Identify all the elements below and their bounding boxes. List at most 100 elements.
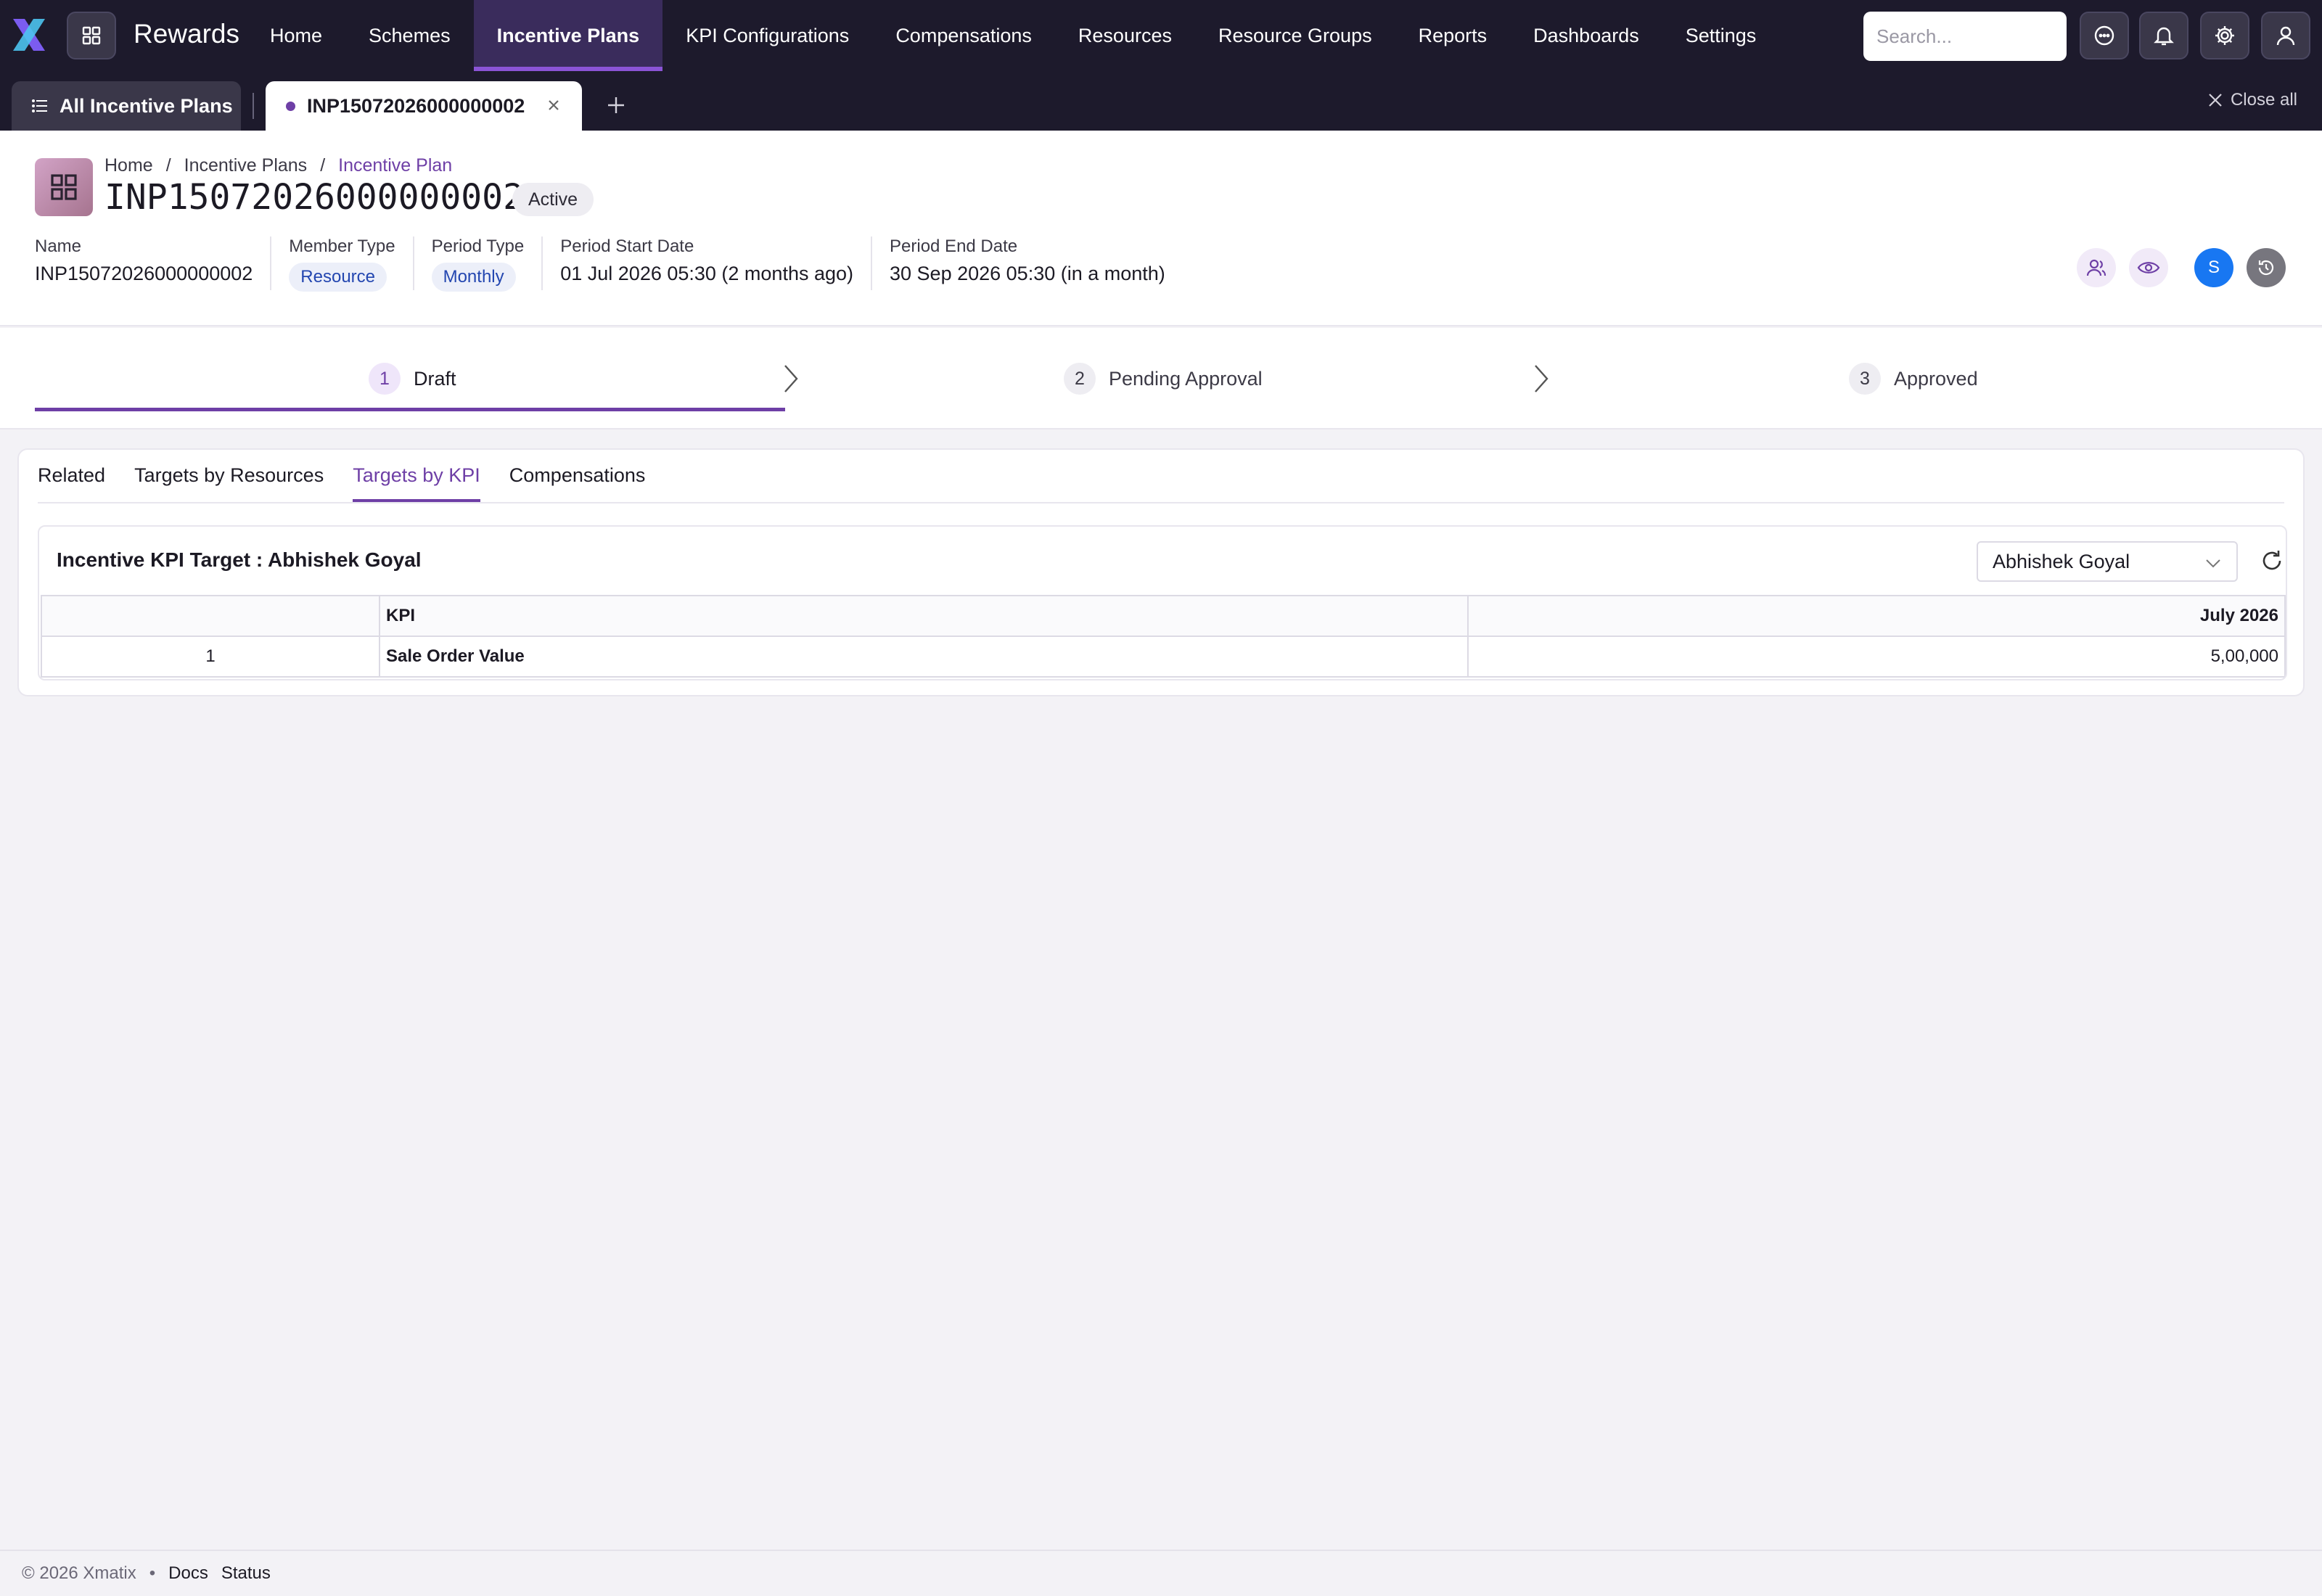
table-header-row: KPI July 2026	[41, 595, 2286, 637]
breadcrumb-incentive-plans[interactable]: Incentive Plans	[184, 155, 308, 176]
kpi-target-table: KPI July 2026 1 Sale Order Value 5,00,00…	[41, 595, 2286, 678]
tab-divider	[253, 93, 254, 119]
footer-separator: •	[149, 1563, 156, 1583]
nav-settings[interactable]: Settings	[1662, 0, 1780, 71]
close-icon	[2209, 94, 2222, 107]
close-tab-icon[interactable]	[544, 96, 563, 115]
column-header-kpi: KPI	[379, 595, 1469, 637]
tabs-divider	[38, 502, 2284, 503]
workflow-stepper: 1 Draft 2 Pending Approval 3 Approved	[0, 328, 2322, 429]
tab-targets-by-resources[interactable]: Targets by Resources	[134, 464, 324, 503]
field-name: Name INP15072026000000002	[35, 236, 272, 290]
breadcrumb-separator: /	[320, 155, 326, 176]
step-draft[interactable]: 1 Draft	[369, 363, 456, 395]
page-title: INP15072026000000002	[104, 177, 524, 218]
footer: © 2026 Xmatix • Docs Status	[0, 1550, 2322, 1596]
table-row[interactable]: 1 Sale Order Value 5,00,000	[41, 635, 2286, 678]
active-step-indicator	[35, 408, 785, 411]
field-label: Period Type	[431, 236, 525, 256]
watch-button[interactable]	[2129, 248, 2168, 287]
member-type-pill: Resource	[289, 263, 387, 292]
field-value: 30 Sep 2026 05:30 (in a month)	[890, 263, 1165, 284]
docs-link[interactable]: Docs	[168, 1563, 208, 1584]
assign-users-button[interactable]	[2077, 248, 2116, 287]
incentive-plan-icon	[35, 158, 93, 216]
bell-icon	[2154, 27, 2174, 46]
period-type-pill: Monthly	[431, 263, 516, 292]
nav-resources[interactable]: Resources	[1055, 0, 1195, 71]
field-label: Period End Date	[890, 236, 1018, 256]
field-value: INP15072026000000002	[35, 263, 253, 284]
active-dot-icon	[286, 101, 295, 111]
nav-incentive-plans[interactable]: Incentive Plans	[473, 0, 663, 71]
field-label: Period Start Date	[560, 236, 694, 256]
copyright: © 2026 Xmatix	[22, 1563, 136, 1583]
xmatix-logo-icon[interactable]	[10, 16, 48, 54]
step-number: 3	[1849, 363, 1881, 395]
history-button[interactable]	[2247, 248, 2286, 287]
field-period-end: Period End Date 30 Sep 2026 05:30 (in a …	[890, 236, 1183, 290]
row-index: 1	[41, 635, 380, 678]
tab-all-incentive-plans[interactable]: All Incentive Plans	[12, 81, 241, 131]
new-tab-plus-icon[interactable]	[604, 93, 628, 118]
avatar[interactable]: S	[2194, 248, 2233, 287]
top-navbar: Rewards Home Schemes Incentive Plans KPI Co…	[0, 0, 2322, 71]
column-header-index	[41, 595, 380, 637]
target-value-cell[interactable]: 5,00,000	[1467, 635, 2286, 678]
nav-home[interactable]: Home	[247, 0, 345, 71]
tab-incentive-plan-doc[interactable]: INP15072026000000002	[266, 81, 582, 131]
tab-compensations[interactable]: Compensations	[509, 464, 646, 503]
refresh-icon[interactable]	[2260, 548, 2284, 573]
field-member-type: Member Type Resource	[289, 236, 414, 292]
nav-dashboards[interactable]: Dashboards	[1510, 0, 1662, 71]
header-fields: Name INP15072026000000002 Member Type Re…	[35, 236, 1200, 292]
nav-compensations[interactable]: Compensations	[872, 0, 1055, 71]
field-value: 01 Jul 2026 05:30 (2 months ago)	[560, 263, 854, 284]
chevron-right-icon	[1535, 365, 1548, 392]
list-icon	[32, 99, 47, 112]
chat-icon	[2094, 25, 2114, 46]
kpi-name-cell[interactable]: Sale Order Value	[379, 635, 1469, 678]
step-pending-approval[interactable]: 2 Pending Approval	[1064, 363, 1263, 395]
breadcrumb: Home / Incentive Plans / Incentive Plan	[104, 155, 452, 176]
close-all-label: Close all	[2230, 90, 2297, 110]
kpi-target-panel: Incentive KPI Target : Abhishek Goyal Ab…	[38, 525, 2287, 680]
chat-button[interactable]	[2080, 12, 2129, 59]
record-header: Home / Incentive Plans / Incentive Plan …	[0, 131, 2322, 326]
tab-related[interactable]: Related	[38, 464, 105, 503]
step-approved[interactable]: 3 Approved	[1849, 363, 1978, 395]
tab-targets-by-kpi[interactable]: Targets by KPI	[353, 464, 480, 503]
history-icon	[2258, 260, 2274, 276]
step-label: Approved	[1894, 367, 1978, 390]
users-icon	[2086, 259, 2106, 276]
nav-schemes[interactable]: Schemes	[345, 0, 474, 71]
detail-card: Related Targets by Resources Targets by KP…	[17, 448, 2305, 696]
profile-button[interactable]	[2261, 12, 2310, 59]
settings-button[interactable]	[2200, 12, 2249, 59]
notifications-button[interactable]	[2139, 12, 2188, 59]
panel-title: Incentive KPI Target : Abhishek Goyal	[57, 548, 422, 571]
grid-icon	[51, 174, 77, 200]
app-launcher-button[interactable]	[67, 12, 116, 59]
field-period-type: Period Type Monthly	[431, 236, 543, 292]
nav-resource-groups[interactable]: Resource Groups	[1195, 0, 1395, 71]
breadcrumb-home[interactable]: Home	[104, 155, 153, 176]
nav-kpi-configurations[interactable]: KPI Configurations	[662, 0, 872, 71]
close-all-tabs-button[interactable]: Close all	[2207, 90, 2297, 110]
step-number: 2	[1064, 363, 1096, 395]
field-label: Member Type	[289, 236, 395, 256]
column-header-july-2026: July 2026	[1467, 595, 2286, 637]
grid-icon	[82, 26, 101, 45]
status-link[interactable]: Status	[221, 1563, 271, 1584]
breadcrumb-separator: /	[165, 155, 171, 176]
chevron-down-icon	[2206, 559, 2220, 568]
nav-reports[interactable]: Reports	[1395, 0, 1511, 71]
global-search	[1863, 12, 2067, 61]
search-input[interactable]	[1863, 12, 2067, 61]
field-label: Name	[35, 236, 82, 256]
step-label: Draft	[414, 367, 456, 390]
tab-label: All Incentive Plans	[60, 94, 233, 117]
user-icon	[2276, 26, 2295, 46]
gear-icon	[2215, 26, 2234, 45]
resource-select[interactable]: Abhishek Goyal	[1977, 541, 2238, 582]
